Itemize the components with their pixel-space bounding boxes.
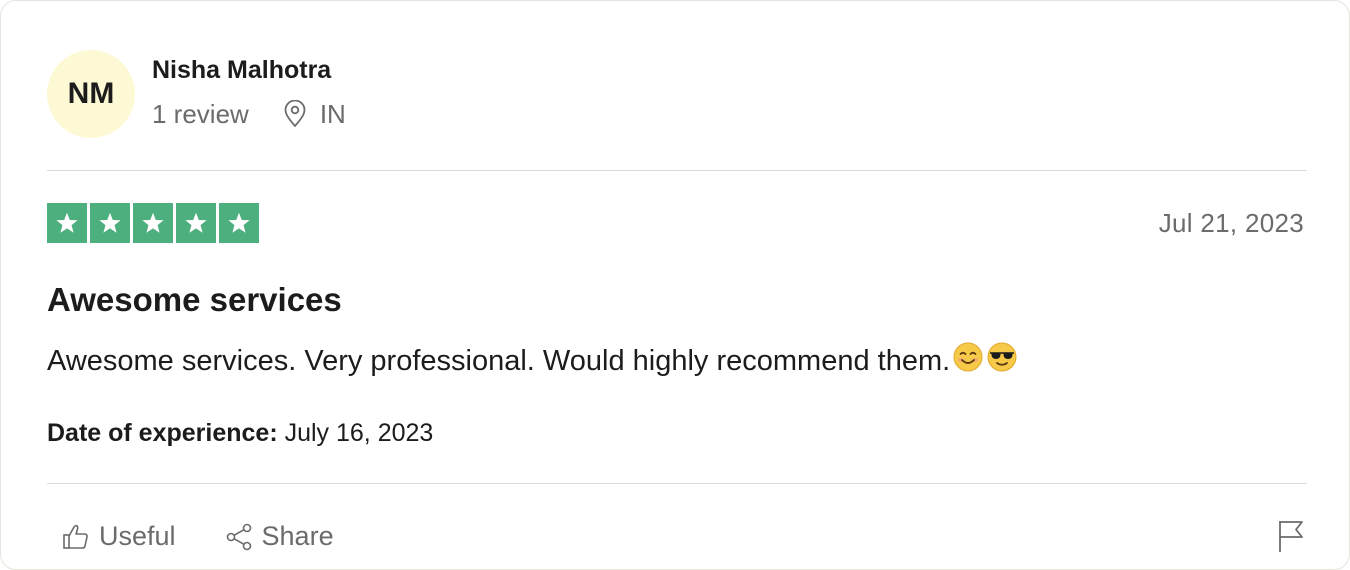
avatar[interactable]: NM [47, 50, 135, 138]
star-icon [176, 203, 216, 243]
consumer-meta: 1 review IN [152, 99, 346, 129]
useful-button[interactable]: Useful [61, 521, 176, 552]
share-icon [224, 522, 254, 552]
star-icon [47, 203, 87, 243]
actions-divider [47, 483, 1307, 484]
review-card: NM Nisha Malhotra 1 review IN Jul 21, 20… [0, 0, 1350, 570]
date-of-experience: Date of experience: July 16, 2023 [47, 419, 433, 448]
review-count: 1 review [152, 99, 249, 129]
share-label: Share [261, 521, 334, 551]
useful-label: Useful [99, 521, 176, 551]
location-pin-icon [283, 100, 307, 128]
share-button[interactable]: Share [224, 521, 334, 552]
review-body: Awesome services. Very professional. Wou… [47, 344, 951, 377]
consumer-header: NM Nisha Malhotra 1 review IN [47, 49, 346, 139]
star-icon [219, 203, 259, 243]
avatar-initials: NM [67, 77, 115, 110]
date-published: Jul 21, 2023 [1158, 208, 1304, 238]
review-actions: Useful Share [61, 521, 334, 552]
consumer-name[interactable]: Nisha Malhotra [152, 55, 346, 85]
experience-date: July 16, 2023 [284, 419, 434, 447]
review-text: Awesome services. Very professional. Wou… [47, 341, 1018, 381]
review-title[interactable]: Awesome services [47, 281, 342, 319]
consumer-country: IN [319, 99, 346, 129]
smiling-face-emoji-icon [952, 341, 984, 381]
star-icon [90, 203, 130, 243]
thumbs-up-icon [61, 522, 91, 552]
star-icon [133, 203, 173, 243]
report-flag-button[interactable] [1277, 519, 1305, 558]
header-divider [47, 170, 1307, 171]
consumer-info: Nisha Malhotra 1 review IN [152, 55, 346, 129]
flag-icon [1277, 519, 1305, 558]
sunglasses-face-emoji-icon [986, 341, 1018, 381]
star-rating [47, 203, 259, 243]
experience-label: Date of experience: [47, 419, 278, 447]
